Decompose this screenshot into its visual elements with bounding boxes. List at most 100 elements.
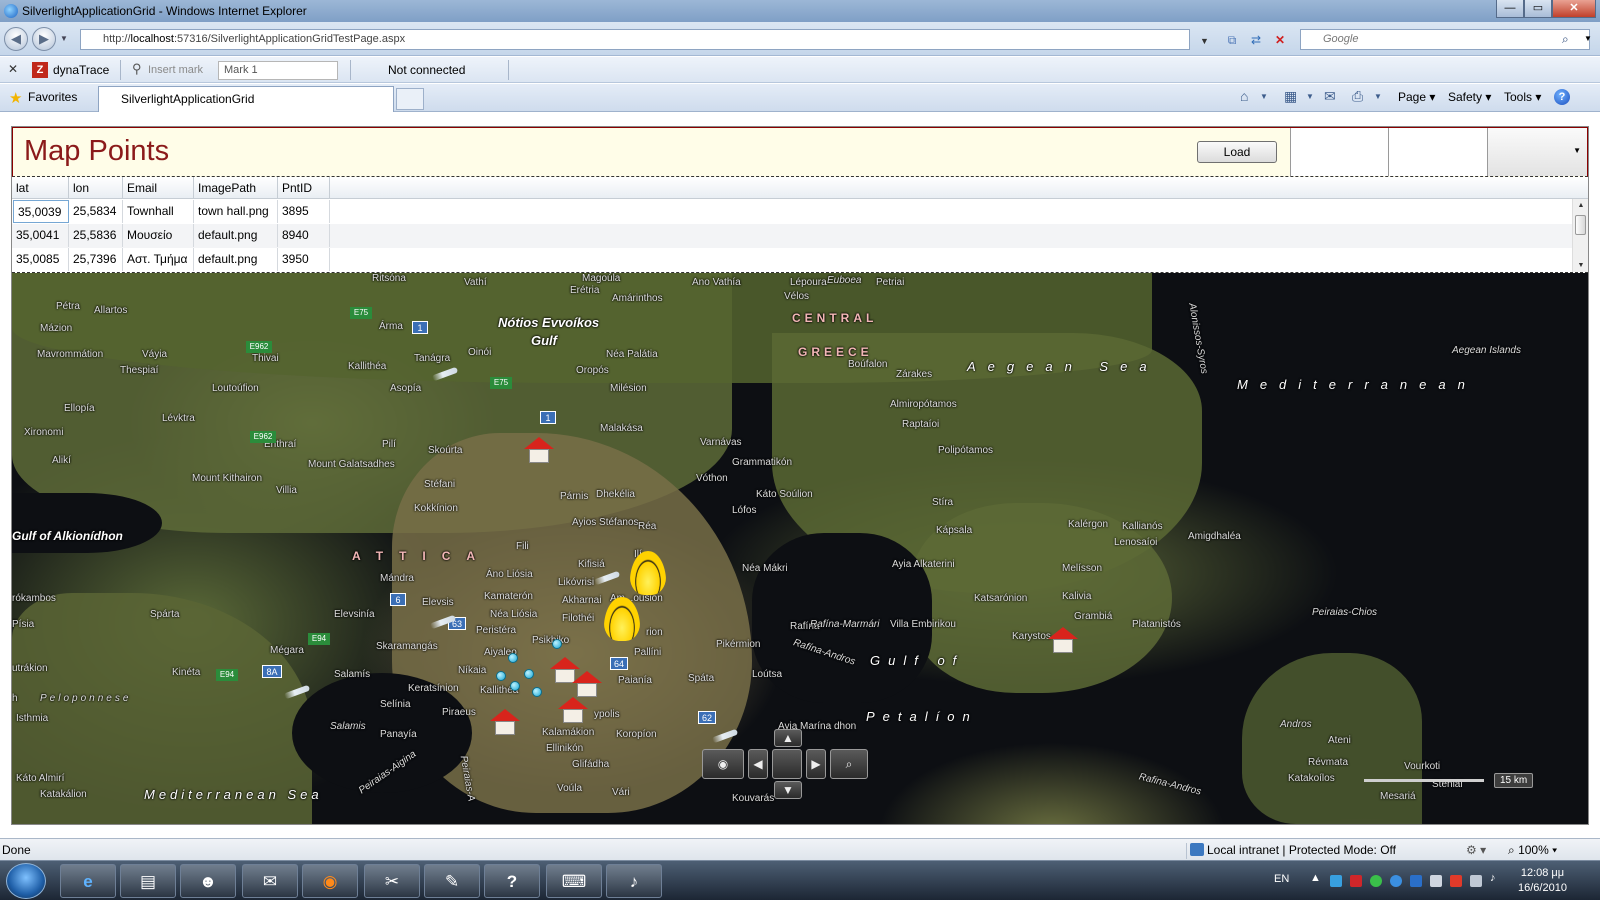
help-icon[interactable]: ? — [1554, 89, 1570, 105]
grid-scrollbar[interactable]: ▲ ▼ — [1572, 199, 1588, 272]
table-row[interactable]: 35,0039 25,5834 Townhall town hall.png 3… — [12, 200, 1572, 224]
security-zone[interactable]: Local intranet | Protected Mode: Off — [1186, 843, 1396, 859]
map-marker-pin[interactable] — [508, 653, 518, 663]
scroll-down-icon[interactable]: ▼ — [1573, 259, 1588, 272]
cell-lon[interactable]: 25,5834 — [69, 200, 123, 223]
cell-email[interactable]: Αστ. Τμήμα — [123, 248, 194, 271]
header-field-1[interactable] — [1290, 128, 1388, 176]
maximize-button[interactable]: ▭ — [1524, 0, 1552, 18]
volume-icon[interactable]: ♪ — [1490, 872, 1502, 884]
cell-lat[interactable]: 35,0039 — [13, 200, 69, 223]
mail-taskbar-icon[interactable]: ✉ — [242, 864, 298, 898]
pan-left-icon[interactable]: ◀ — [748, 749, 768, 779]
close-button[interactable]: ✕ — [1552, 0, 1596, 18]
back-button[interactable]: ◀ — [4, 27, 28, 51]
network-tray-icon[interactable] — [1330, 875, 1342, 887]
cell-pntid[interactable]: 8940 — [278, 224, 330, 247]
cell-pntid[interactable]: 3895 — [278, 200, 330, 223]
column-header-email[interactable]: Email — [123, 177, 194, 199]
show-hidden-icons-icon[interactable]: ▲ — [1310, 872, 1322, 884]
tools-menu[interactable]: Tools ▾ — [1504, 90, 1541, 104]
explorer-taskbar-icon[interactable]: ▤ — [120, 864, 176, 898]
scroll-up-icon[interactable]: ▲ — [1573, 199, 1588, 213]
protected-mode-icon[interactable]: ⚙ ▾ — [1466, 843, 1486, 857]
map-marker-townhall[interactable] — [524, 437, 554, 463]
cell-pntid[interactable]: 3950 — [278, 248, 330, 271]
pan-up-icon[interactable]: ▲ — [774, 729, 802, 747]
pan-center-button[interactable] — [772, 749, 802, 779]
display-tray-icon[interactable] — [1430, 875, 1442, 887]
feeds-icon[interactable]: ▦ — [1284, 88, 1297, 105]
cell-lon[interactable]: 25,7396 — [69, 248, 123, 271]
start-button[interactable] — [6, 863, 46, 899]
dynatrace-label[interactable]: dynaTrace — [53, 63, 109, 77]
view-mode-eye-icon[interactable]: ◉ — [702, 749, 744, 779]
map-marker-fire[interactable] — [604, 597, 640, 641]
map-view[interactable]: Nótios Evvoíkos Gulf CENTRAL GREECE Aege… — [12, 273, 1588, 824]
table-row[interactable]: 35,0085 25,7396 Αστ. Τμήμα default.png 3… — [12, 248, 1572, 272]
close-toolbar-icon[interactable]: ✕ — [8, 62, 18, 76]
designer-taskbar-icon[interactable]: ✎ — [424, 864, 480, 898]
home-icon[interactable]: ⌂ — [1240, 88, 1248, 104]
compatibility-view-icon[interactable]: ⧉ — [1222, 30, 1242, 50]
column-header-pntid[interactable]: PntID — [278, 177, 330, 199]
load-button[interactable]: Load — [1197, 141, 1277, 163]
clock[interactable]: 12:08 μμ 16/6/2010 — [1518, 866, 1567, 896]
map-marker-house[interactable] — [572, 671, 602, 697]
pin-icon[interactable]: ⚲ — [132, 61, 142, 77]
header-dropdown[interactable]: ▼ — [1487, 128, 1587, 176]
insert-mark-button[interactable]: Insert mark — [148, 64, 203, 76]
recent-pages-dropdown-icon[interactable]: ▼ — [60, 34, 68, 43]
monitor-tray-icon[interactable] — [1470, 875, 1482, 887]
page-menu[interactable]: Page ▾ — [1398, 90, 1435, 104]
skype-tray-icon[interactable] — [1410, 875, 1422, 887]
forward-button[interactable]: ▶ — [32, 27, 56, 51]
pan-down-icon[interactable]: ▼ — [774, 781, 802, 799]
print-icon[interactable]: ⎙ — [1352, 88, 1363, 105]
cell-email[interactable]: Townhall — [123, 200, 194, 223]
column-header-imagepath[interactable]: ImagePath — [194, 177, 278, 199]
map-marker-fire[interactable] — [630, 551, 666, 595]
scroll-thumb[interactable] — [1575, 215, 1586, 235]
cell-imagepath[interactable]: default.png — [194, 224, 278, 247]
tab-silverlight-grid[interactable]: SilverlightApplicationGrid — [98, 86, 394, 112]
zoom-icon[interactable]: ⌕ — [830, 749, 868, 779]
cell-lat[interactable]: 35,0041 — [12, 224, 69, 247]
zoom-level[interactable]: ⌕ 100% ▾ — [1508, 843, 1557, 858]
header-field-2[interactable] — [1388, 128, 1487, 176]
firefox-taskbar-icon[interactable]: ◉ — [302, 864, 358, 898]
security-tray-icon[interactable] — [1350, 875, 1362, 887]
address-input[interactable]: http://localhost:57316/SilverlightApplic… — [80, 29, 1190, 50]
status-tray-icon[interactable] — [1370, 875, 1382, 887]
ie-taskbar-icon[interactable]: e — [60, 864, 116, 898]
map-marker-house[interactable] — [1048, 627, 1078, 653]
sync-tray-icon[interactable] — [1390, 875, 1402, 887]
star-icon[interactable]: ★ — [9, 89, 22, 107]
cell-imagepath[interactable]: default.png — [194, 248, 278, 271]
mark-input[interactable]: Mark 1 — [218, 61, 338, 80]
flag-tray-icon[interactable] — [1450, 875, 1462, 887]
search-options-icon[interactable]: ▼ — [1584, 34, 1592, 43]
refresh-icon[interactable]: ⇄ — [1246, 30, 1266, 50]
search-icon[interactable]: ⌕ — [1562, 32, 1569, 47]
home-dropdown-icon[interactable]: ▼ — [1260, 92, 1268, 101]
help-taskbar-icon[interactable]: ? — [484, 864, 540, 898]
users-taskbar-icon[interactable]: ☻ — [180, 864, 236, 898]
map-marker-house[interactable] — [558, 697, 588, 723]
new-tab-button[interactable] — [396, 88, 424, 110]
column-header-lon[interactable]: lon — [69, 177, 123, 199]
cell-lon[interactable]: 25,5836 — [69, 224, 123, 247]
favorites-button[interactable]: Favorites — [28, 90, 77, 104]
map-marker-pin[interactable] — [496, 671, 506, 681]
column-header-lat[interactable]: lat — [12, 177, 69, 199]
minimize-button[interactable]: — — [1496, 0, 1524, 18]
address-dropdown-icon[interactable]: ▼ — [1200, 36, 1209, 46]
search-input[interactable]: Google — [1300, 29, 1590, 50]
map-marker-house[interactable] — [490, 709, 520, 735]
stop-icon[interactable]: ✕ — [1270, 30, 1290, 50]
data-grid[interactable]: lat lon Email ImagePath PntID 35,0039 25… — [12, 177, 1588, 273]
table-row[interactable]: 35,0041 25,5836 Μουσείο default.png 8940 — [12, 224, 1572, 248]
map-marker-pin[interactable] — [532, 687, 542, 697]
map-marker-pin[interactable] — [510, 681, 520, 691]
print-dropdown-icon[interactable]: ▼ — [1374, 92, 1382, 101]
